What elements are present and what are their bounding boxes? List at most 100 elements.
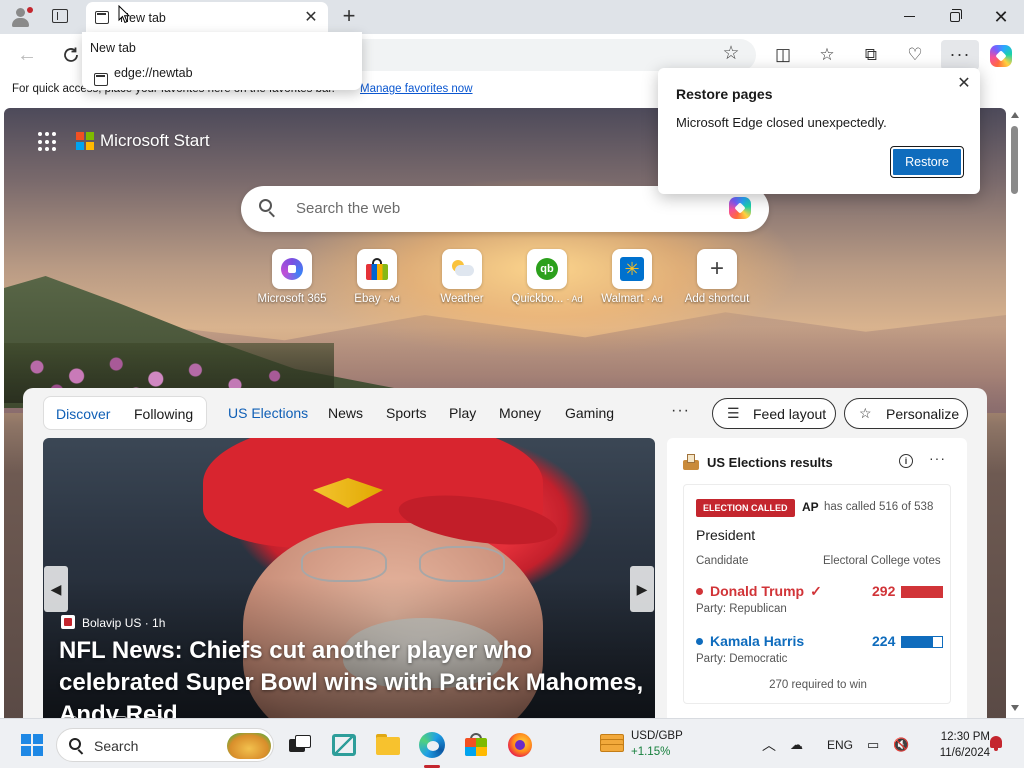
edge-window: New tab ✕ + ✕ ← ☆ ◫ ☆ ⧉ ♡ ··· For quick …: [0, 0, 1024, 768]
hover-tab-title: New tab: [90, 41, 136, 55]
close-tab-icon[interactable]: ✕: [302, 9, 320, 27]
brand-title[interactable]: Microsoft Start: [100, 131, 210, 151]
nav-gaming[interactable]: Gaming: [565, 405, 614, 421]
search-highlight-icon: [227, 733, 271, 759]
more-categories-button[interactable]: ···: [671, 402, 690, 420]
winner-check-icon: ✓: [810, 583, 822, 599]
volume-muted-icon[interactable]: 🔇: [893, 735, 909, 755]
restore-button[interactable]: Restore: [890, 146, 964, 178]
nav-us-elections[interactable]: US Elections: [228, 405, 308, 421]
tab-actions-icon[interactable]: [52, 9, 68, 23]
walmart-icon: ✳: [620, 257, 644, 281]
nav-sports[interactable]: Sports: [386, 405, 426, 421]
browser-essentials-icon[interactable]: ♡: [902, 42, 928, 68]
page-scrollbar[interactable]: [1006, 108, 1024, 718]
previous-story-button[interactable]: ◀: [44, 566, 68, 612]
hover-tab-url: edge://newtab: [114, 66, 193, 80]
shortcut-walmart[interactable]: ✳ Walmart · Ad: [592, 249, 672, 305]
story-headline[interactable]: NFL News: Chiefs cut another player who …: [59, 635, 649, 718]
close-icon[interactable]: ✕: [954, 74, 974, 94]
shortcut-weather[interactable]: Weather: [422, 249, 502, 305]
ballot-box-icon: [683, 454, 699, 470]
plus-icon: +: [709, 255, 724, 282]
scrollbar-thumb[interactable]: [1011, 126, 1018, 194]
newtab-page: Microsoft Start Search the web Microsoft…: [4, 108, 1006, 718]
copilot-icon[interactable]: [988, 42, 1014, 68]
votes-bar-fill: [902, 637, 933, 647]
nav-money[interactable]: Money: [499, 405, 541, 421]
quickbooks-icon: qb: [536, 258, 558, 280]
ad-label: · Ad: [646, 294, 663, 304]
personalize-button[interactable]: ☆ Personalize: [844, 398, 968, 429]
app-launcher-icon[interactable]: [38, 132, 58, 152]
required-to-win: 270 required to win: [769, 679, 867, 691]
info-icon[interactable]: i: [899, 454, 913, 468]
add-shortcut-button[interactable]: + Add shortcut: [677, 249, 757, 305]
restore-pages-dialog: Restore pages ✕ Microsoft Edge closed un…: [658, 68, 980, 194]
candidate-party: Party: Democratic: [696, 653, 788, 665]
microsoft-365-icon: [281, 258, 303, 280]
candidate-name: Kamala Harris: [710, 633, 805, 649]
shortcut-label: Walmart: [601, 293, 644, 305]
firefox-icon[interactable]: [506, 731, 534, 759]
star-icon[interactable]: ☆: [720, 43, 742, 65]
nav-play[interactable]: Play: [449, 405, 476, 421]
tab-strip: New tab ✕ + ✕: [0, 0, 1024, 34]
tab-following[interactable]: Following: [134, 406, 193, 422]
clock[interactable]: 12:30 PM 11/6/2024: [920, 729, 990, 761]
shortcut-quickbooks[interactable]: qb Quickbo... · Ad: [507, 249, 587, 305]
feed-nav: Discover Following US Elections News Spo…: [23, 388, 987, 436]
more-icon[interactable]: ···: [941, 40, 979, 70]
back-icon[interactable]: ←: [16, 44, 38, 66]
task-view-icon[interactable]: [287, 731, 315, 759]
nav-news[interactable]: News: [328, 405, 363, 421]
copilot-icon[interactable]: [729, 197, 751, 219]
search-input[interactable]: Search the web: [296, 200, 400, 217]
date: 11/6/2024: [939, 747, 990, 759]
refresh-icon[interactable]: [60, 44, 82, 66]
favorites-icon[interactable]: ☆: [814, 42, 840, 68]
feed-mode-toggle: Discover Following: [43, 396, 207, 430]
collections-icon[interactable]: ⧉: [858, 42, 884, 68]
shortcut-microsoft-365[interactable]: Microsoft 365: [252, 249, 332, 305]
votes-bar: [901, 636, 943, 648]
results-panel[interactable]: ELECTION CALLED AP has called 516 of 538…: [683, 484, 951, 704]
close-window-button[interactable]: ✕: [978, 0, 1024, 34]
hero-story-card[interactable]: ◀ ▶ Bolavip US · 1h NFL News: Chiefs cut…: [43, 438, 655, 718]
shortcut-label: Weather: [440, 293, 484, 305]
next-story-button[interactable]: ▶: [630, 566, 654, 612]
ad-label: · Ad: [566, 294, 583, 304]
candidate-row: Kamala Harris 224 Party: Democratic: [696, 633, 946, 673]
notification-bell-icon[interactable]: [988, 735, 1004, 753]
candidate-party: Party: Republican: [696, 603, 787, 615]
show-hidden-icons-icon[interactable]: ︿: [762, 735, 776, 755]
shortcut-ebay[interactable]: Ebay · Ad: [337, 249, 417, 305]
microsoft-store-icon[interactable]: [462, 731, 490, 759]
network-icon[interactable]: ☁: [790, 735, 803, 755]
ebay-icon: [366, 258, 388, 280]
search-icon: [69, 738, 85, 755]
scroll-up-arrow-icon[interactable]: [1011, 112, 1019, 118]
restore-window-button[interactable]: [932, 0, 978, 34]
split-screen-icon[interactable]: ◫: [770, 42, 796, 68]
edge-icon[interactable]: [418, 731, 446, 768]
tab-discover[interactable]: Discover: [56, 406, 110, 422]
visual-studio-icon[interactable]: [330, 731, 358, 759]
profile-icon[interactable]: [10, 6, 33, 28]
taskbar-search[interactable]: Search: [56, 728, 274, 762]
manage-favorites-link[interactable]: Manage favorites now: [360, 83, 473, 95]
display-icon[interactable]: ▭: [867, 735, 879, 755]
feed-layout-button[interactable]: ☰ Feed layout: [712, 398, 836, 429]
minimize-button[interactable]: [886, 0, 932, 34]
new-tab-button[interactable]: +: [338, 4, 360, 28]
shortcuts: Microsoft 365 Ebay · Ad Weather qb Quick…: [252, 249, 772, 319]
personalize-label: Personalize: [886, 406, 960, 422]
start-button[interactable]: [21, 734, 43, 756]
more-options-icon[interactable]: ···: [929, 450, 946, 466]
file-explorer-icon[interactable]: [374, 731, 402, 759]
time: 12:30 PM: [940, 731, 990, 743]
currency-widget[interactable]: USD/GBP +1.15%: [598, 728, 698, 762]
dialog-message: Microsoft Edge closed unexpectedly.: [676, 115, 887, 130]
language-indicator[interactable]: ENG: [827, 735, 853, 755]
scroll-down-arrow-icon[interactable]: [1011, 705, 1019, 711]
